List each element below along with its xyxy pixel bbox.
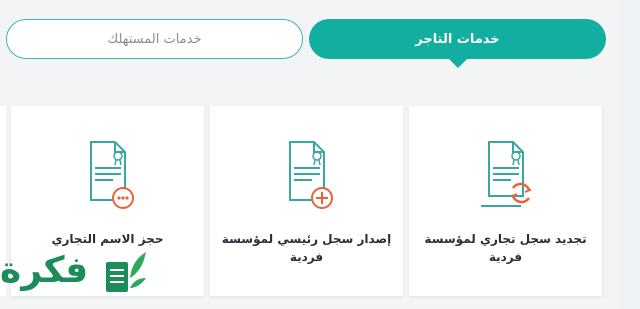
service-card-issue-record-label: إصدار سجل رئيسي لمؤسسة فردية [221,232,392,264]
book-leaf-icon [106,252,146,292]
service-card-renew-record-label: تجديد سجل تجاري لمؤسسة فردية [424,232,587,264]
service-card-issue-record[interactable]: إصدار سجل رئيسي لمؤسسة فردية [210,106,403,296]
document-renew-icon [481,141,532,207]
right-edge-panel [622,0,640,309]
document-add-icon [289,141,333,209]
tab-merchant-services-label: خدمات التاجر [415,31,500,47]
active-tab-pointer [449,59,467,68]
watermark-logo-text: فكرة [0,250,89,291]
document-more-icon [90,141,134,209]
tab-merchant-services[interactable]: خدمات التاجر [309,19,606,68]
service-card-renew-record[interactable]: تجديد سجل تجاري لمؤسسة فردية [409,106,602,296]
tab-consumer-services[interactable]: خدمات المستهلك [6,19,303,59]
watermark-logo: فكرة [0,246,152,306]
tab-consumer-services-label: خدمات المستهلك [107,31,202,47]
